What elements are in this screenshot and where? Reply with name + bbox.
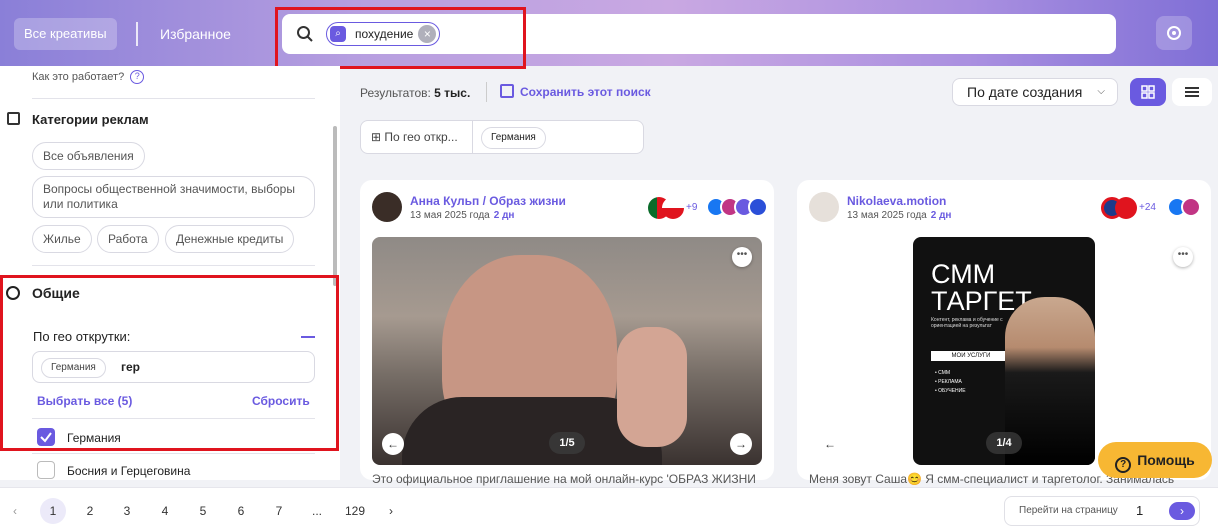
pagination-bar: ‹ 1 2 3 4 5 6 7 ... 129 › Перейти на стр… [0, 487, 1218, 529]
divider [32, 265, 315, 266]
results-value: 5 тыс. [434, 86, 471, 100]
filter-label-text: По гео откр... [384, 130, 458, 144]
ad-media[interactable]: СММ ТАРГЕТ Контент, реклама и обучение с … [913, 237, 1095, 465]
document-icon [7, 112, 20, 125]
help-label: Помощь [1137, 452, 1195, 468]
post-age: 2 дн [493, 210, 515, 221]
tag-politics[interactable]: Вопросы общественной значимости, выборы … [32, 176, 315, 218]
checkbox-bosnia[interactable] [37, 461, 55, 479]
next-slide-icon[interactable]: → [730, 433, 752, 455]
tag-all-ads[interactable]: Все объявления [32, 142, 145, 170]
poster-title-1: СММ [931, 259, 996, 289]
instagram-icon [1181, 197, 1201, 217]
list-icon [1185, 87, 1199, 97]
tab-divider [136, 22, 138, 46]
avatar[interactable] [372, 192, 402, 222]
flags-more-count: +24 [1139, 202, 1156, 213]
audience-network-icon [748, 197, 768, 217]
post-date: 13 мая 2025 года 2 дн [410, 210, 514, 221]
author-name[interactable]: Анна Кульп / Образ жизни [410, 194, 566, 208]
more-options-icon[interactable]: ••• [732, 247, 752, 267]
gear-icon [1167, 26, 1181, 40]
grid-view-button[interactable] [1130, 78, 1166, 106]
filter-label: ⊞ По гео откр... [371, 130, 458, 144]
divider [32, 98, 315, 99]
results-label: Результатов: [360, 86, 431, 100]
divider [32, 453, 315, 454]
sort-select[interactable]: По дате создания ⌵ [952, 78, 1118, 106]
sidebar-scrollbar[interactable] [333, 126, 337, 286]
post-date: 13 мая 2025 года 2 дн [847, 210, 951, 221]
help-icon: ? [1115, 457, 1132, 473]
goto-value[interactable]: 1 [1136, 503, 1143, 518]
goto-submit-button[interactable]: › [1169, 502, 1195, 520]
tag-jobs[interactable]: Работа [97, 225, 159, 253]
grid-icon [1141, 85, 1155, 99]
author-name[interactable]: Nikolaeva.motion [847, 194, 946, 208]
peace-sign-hand-image [617, 327, 687, 447]
page-ellipsis: ... [311, 504, 322, 518]
save-search-label: Сохранить этот поиск [520, 85, 651, 99]
top-header: Все креативы Избранное ⌕ похудение × [0, 0, 1218, 66]
next-page-icon[interactable]: › [378, 498, 404, 524]
poster-services: МОИ УСЛУГИ [931, 351, 1011, 361]
poster-list-item: • ОБУЧЕНИЕ [935, 388, 966, 394]
slide-counter: 1/4 [986, 432, 1022, 454]
prev-page-icon[interactable]: ‹ [2, 498, 28, 524]
post-date-text: 13 мая 2025 года [410, 210, 490, 221]
goto-page-field[interactable]: Перейти на страницу 1 › [1004, 496, 1200, 526]
toolbar-divider [486, 82, 487, 102]
page-last[interactable]: 129 [340, 498, 370, 524]
how-it-works-link[interactable]: Как это работает?? [32, 70, 145, 84]
page-5[interactable]: 5 [190, 498, 216, 524]
page-3[interactable]: 3 [114, 498, 140, 524]
goto-label: Перейти на страницу [1019, 505, 1118, 516]
geo-highlight-frame [0, 275, 339, 451]
page-6[interactable]: 6 [228, 498, 254, 524]
ad-description: Это официальное приглашение на мой онлай… [372, 472, 756, 486]
page-2[interactable]: 2 [77, 498, 103, 524]
poster-list-item: • РЕКЛАМА [935, 379, 962, 385]
tab-favorites[interactable]: Избранное [160, 18, 231, 50]
help-button[interactable]: ? Помощь [1098, 442, 1212, 478]
more-options-icon[interactable]: ••• [1173, 247, 1193, 267]
tag-housing[interactable]: Жилье [32, 225, 92, 253]
help-circle-icon: ? [130, 70, 145, 84]
flags-more-count: +9 [686, 202, 698, 213]
ad-card[interactable]: Nikolaeva.motion 13 мая 2025 года 2 дн +2… [797, 180, 1211, 486]
option-bosnia-label: Босния и Герцеговина [67, 464, 191, 478]
chevron-down-icon: ⌵ [1097, 86, 1105, 97]
active-filter-pill[interactable]: ⊞ По гео откр... Германия [360, 120, 644, 154]
page-4[interactable]: 4 [152, 498, 178, 524]
page-1[interactable]: 1 [40, 498, 66, 524]
poster-list-item: • СММ [935, 370, 951, 376]
tab-all-creatives[interactable]: Все креативы [14, 18, 117, 50]
how-it-works-text: Как это работает? [32, 70, 125, 83]
sort-value: По дате создания [967, 84, 1083, 100]
slide-counter: 1/5 [549, 432, 585, 454]
search-highlight-frame [275, 7, 526, 69]
list-view-button[interactable] [1172, 78, 1212, 106]
page-7[interactable]: 7 [266, 498, 292, 524]
poster-list: • СММ • РЕКЛАМА • ОБУЧЕНИЕ [935, 369, 966, 396]
poster-image: СММ ТАРГЕТ Контент, реклама и обучение с … [913, 237, 1095, 465]
tag-credit[interactable]: Денежные кредиты [165, 225, 295, 253]
save-search-button[interactable]: Сохранить этот поиск [500, 82, 651, 102]
post-age: 2 дн [930, 210, 952, 221]
ad-media[interactable]: ••• ← 1/5 → [372, 237, 762, 465]
avatar[interactable] [809, 192, 839, 222]
filter-divider [472, 121, 473, 153]
prev-slide-icon[interactable]: ← [382, 433, 404, 455]
prev-slide-icon[interactable]: ← [819, 433, 841, 455]
flag-denmark-icon [1115, 197, 1137, 219]
categories-title: Категории реклам [32, 112, 149, 127]
results-count: Результатов: 5 тыс. [360, 86, 470, 100]
ad-card[interactable]: Анна Кульп / Образ жизни 13 мая 2025 год… [360, 180, 774, 486]
flag-poland-icon [662, 197, 684, 219]
post-date-text: 13 мая 2025 года [847, 210, 927, 221]
filter-chip[interactable]: Германия [481, 127, 546, 149]
save-icon [500, 84, 514, 98]
settings-button[interactable] [1156, 16, 1192, 50]
